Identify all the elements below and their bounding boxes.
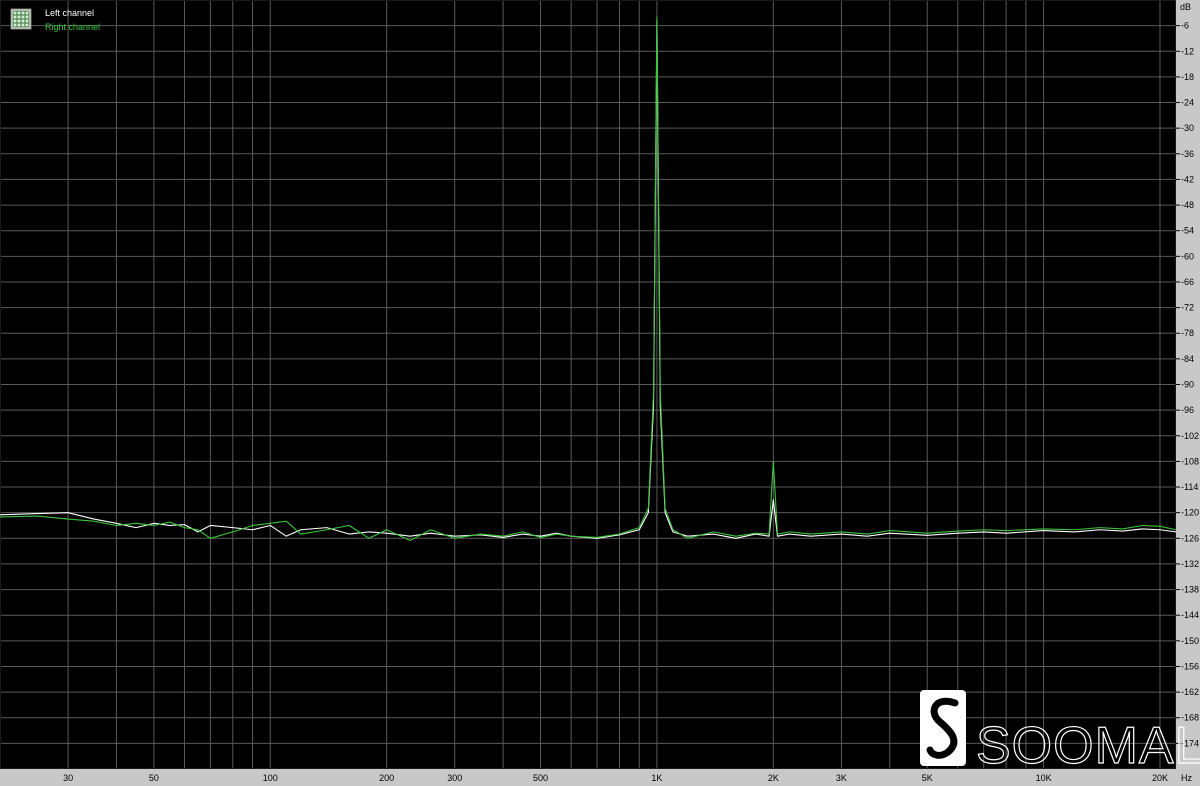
y-tick-label: -132 — [1181, 559, 1199, 569]
x-tick-label: 500 — [533, 773, 548, 783]
legend-item-left-channel: Left channel — [45, 8, 94, 18]
y-tick-label: -114 — [1181, 482, 1198, 492]
x-tick-label: 30 — [63, 773, 73, 783]
y-tick-label: -54 — [1181, 226, 1194, 236]
x-tick-label: 200 — [379, 773, 394, 783]
y-tick-label: -126 — [1181, 533, 1199, 543]
y-tick-label: -144 — [1181, 610, 1199, 620]
x-tick-label: 3K — [836, 773, 847, 783]
y-tick-label: -48 — [1181, 200, 1194, 210]
y-tick-label: -30 — [1181, 123, 1194, 133]
y-tick-label: -150 — [1181, 636, 1199, 646]
spectrum-chart: -6 -12 -18 -24 -30 -36 -42 -48 -54 -60 -66 -72 -78 -8… — [0, 0, 1200, 786]
y-tick-label: -84 — [1181, 354, 1194, 364]
legend-item-right-channel: Right channel — [45, 22, 100, 32]
x-tick-label: 5K — [922, 773, 933, 783]
y-tick-label: -96 — [1181, 405, 1194, 415]
y-tick-label: -156 — [1181, 661, 1199, 671]
soomal-logo-icon — [920, 690, 966, 766]
x-tick-label: 300 — [447, 773, 462, 783]
y-tick-label: -36 — [1181, 149, 1194, 159]
y-tick-label: -162 — [1181, 687, 1199, 697]
y-tick-label: -6 — [1181, 21, 1189, 31]
watermark-text: SOOMAL — [976, 717, 1200, 775]
y-tick-label: -108 — [1181, 456, 1199, 466]
y-tick-label: -18 — [1181, 72, 1194, 82]
y-tick-label: -42 — [1181, 174, 1194, 184]
y-tick-label: -78 — [1181, 328, 1194, 338]
y-tick-label: -120 — [1181, 508, 1199, 518]
y-tick-label: -102 — [1181, 431, 1199, 441]
y-tick-label: -90 — [1181, 380, 1194, 390]
x-tick-label: 1K — [651, 773, 662, 783]
y-tick-label: -12 — [1181, 46, 1194, 56]
y-tick-label: -24 — [1181, 98, 1194, 108]
y-tick-label: -138 — [1181, 585, 1199, 595]
y-tick-label: -66 — [1181, 277, 1194, 287]
x-tick-label: 2K — [768, 773, 779, 783]
x-tick-label: 50 — [149, 773, 159, 783]
y-unit-label: dB — [1180, 2, 1191, 12]
grid-icon — [10, 8, 32, 30]
y-tick-label: -60 — [1181, 251, 1194, 261]
y-tick-label: -72 — [1181, 303, 1194, 313]
x-tick-label: 100 — [263, 773, 278, 783]
